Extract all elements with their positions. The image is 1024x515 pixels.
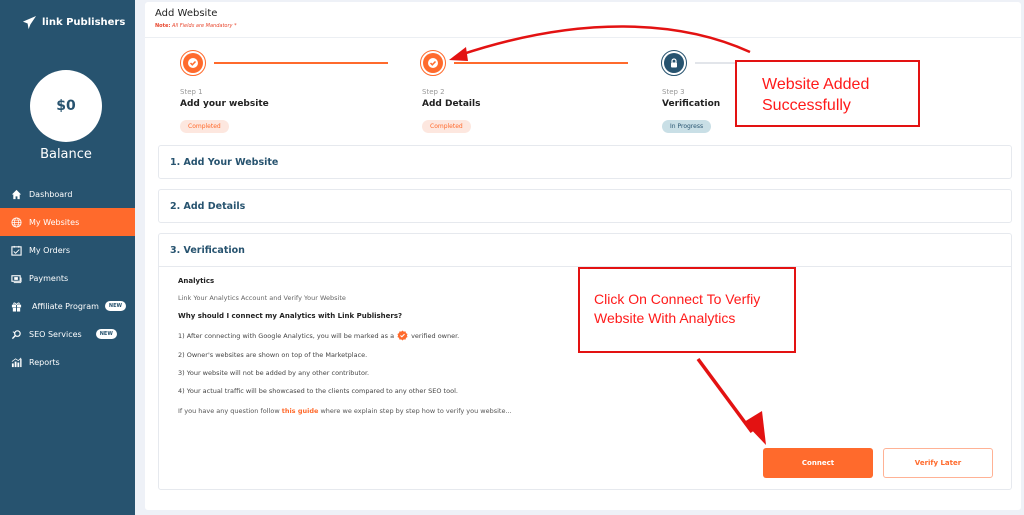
step-1-title: Add your website	[180, 99, 269, 109]
globe-icon	[10, 216, 22, 228]
verified-badge-icon	[397, 330, 408, 341]
annotation-website-added: Website Added Successfully	[735, 60, 920, 127]
sidebar-item-seo-services[interactable]: SEO Services NEW	[0, 320, 135, 348]
sidebar-item-reports[interactable]: Reports	[0, 348, 135, 376]
section-header[interactable]: 2. Add Details	[159, 190, 1011, 222]
benefit-text: verified owner.	[411, 331, 460, 340]
benefit-item: 4) Your actual traffic will be showcased…	[178, 387, 458, 395]
sidebar-item-label: SEO Services	[29, 329, 82, 339]
sidebar-nav: Dashboard My Websites My Orders Payments…	[0, 180, 135, 376]
balance-amount: $0	[56, 98, 76, 114]
seo-icon	[10, 328, 22, 340]
guide-text-before: If you have any question follow	[178, 407, 280, 415]
step-1-circle	[180, 50, 206, 76]
annotation-text: Click On Connect To Verfiy	[594, 291, 761, 307]
section-header[interactable]: 1. Add Your Website	[159, 146, 1011, 178]
step-2-number: Step 2	[422, 88, 445, 96]
note-text: All Fields are Mandatory *	[172, 23, 237, 29]
step-3-circle	[661, 50, 687, 76]
sidebar-item-label: My Websites	[29, 217, 80, 227]
benefit-item: 3) Your website will not be added by any…	[178, 369, 370, 377]
connect-button[interactable]: Connect	[763, 448, 873, 478]
check-icon	[428, 58, 438, 68]
home-icon	[10, 188, 22, 200]
sidebar-item-label: Reports	[29, 357, 60, 367]
step-3-title: Verification	[662, 99, 721, 109]
step-2-title: Add Details	[422, 99, 481, 109]
guide-text-after: where we explain step by step how to ver…	[320, 407, 512, 415]
check-icon	[188, 58, 198, 68]
section-header[interactable]: 3. Verification	[159, 234, 1011, 266]
step-3-status-badge: In Progress	[662, 120, 712, 133]
gift-icon	[10, 300, 22, 312]
step-2-indicator	[420, 50, 446, 76]
section-add-details: 2. Add Details	[158, 189, 1012, 223]
sidebar-item-dashboard[interactable]: Dashboard	[0, 180, 135, 208]
sidebar-item-label: Dashboard	[29, 189, 73, 199]
verify-later-button[interactable]: Verify Later	[883, 448, 993, 478]
step-3-number: Step 3	[662, 88, 685, 96]
annotation-text: Website With Analytics	[594, 310, 736, 326]
step-1-indicator	[180, 50, 206, 76]
note-label: Note:	[155, 23, 171, 29]
step-2-circle	[420, 50, 446, 76]
logo-text: link Publishers	[42, 17, 126, 28]
this-guide-link[interactable]: this guide	[282, 407, 319, 415]
sidebar-item-label: My Orders	[29, 245, 71, 255]
payments-icon	[10, 272, 22, 284]
step-2-status-badge: Completed	[422, 120, 471, 133]
annotation-click-connect: Click On Connect To Verfiy Website With …	[578, 267, 796, 353]
sidebar-item-label: Affiliate Program	[32, 301, 99, 311]
guide-text: If you have any question follow this gui…	[178, 407, 1011, 415]
balance-circle: $0	[30, 70, 102, 142]
benefit-text: 1) After connecting with Google Analytic…	[178, 331, 395, 340]
orders-icon	[10, 244, 22, 256]
balance-label: Balance	[40, 147, 92, 162]
sidebar-item-affiliate-program[interactable]: Affiliate Program NEW	[0, 292, 135, 320]
page-title: Add Website	[155, 8, 218, 19]
step-3-indicator	[661, 50, 687, 76]
new-badge: NEW	[104, 301, 127, 311]
step-connector-2	[454, 62, 628, 64]
step-connector-1	[214, 62, 388, 64]
new-badge: NEW	[95, 329, 117, 339]
sidebar: link Publishers $0 Balance Dashboard My …	[0, 0, 135, 515]
paper-plane-icon	[22, 15, 37, 30]
step-1-number: Step 1	[180, 88, 203, 96]
sidebar-item-my-orders[interactable]: My Orders	[0, 236, 135, 264]
reports-icon	[10, 356, 22, 368]
sidebar-item-my-websites[interactable]: My Websites	[0, 208, 135, 236]
mandatory-note: Note: All Fields are Mandatory *	[155, 23, 237, 29]
step-1-status-badge: Completed	[180, 120, 229, 133]
section-add-your-website: 1. Add Your Website	[158, 145, 1012, 179]
lock-icon	[671, 58, 677, 68]
annotation-text: Successfully	[762, 97, 851, 114]
annotation-text: Website Added	[762, 76, 870, 93]
sidebar-item-label: Payments	[29, 273, 69, 283]
sidebar-item-payments[interactable]: Payments	[0, 264, 135, 292]
header-divider	[145, 37, 1021, 38]
logo[interactable]: link Publishers	[22, 15, 125, 30]
